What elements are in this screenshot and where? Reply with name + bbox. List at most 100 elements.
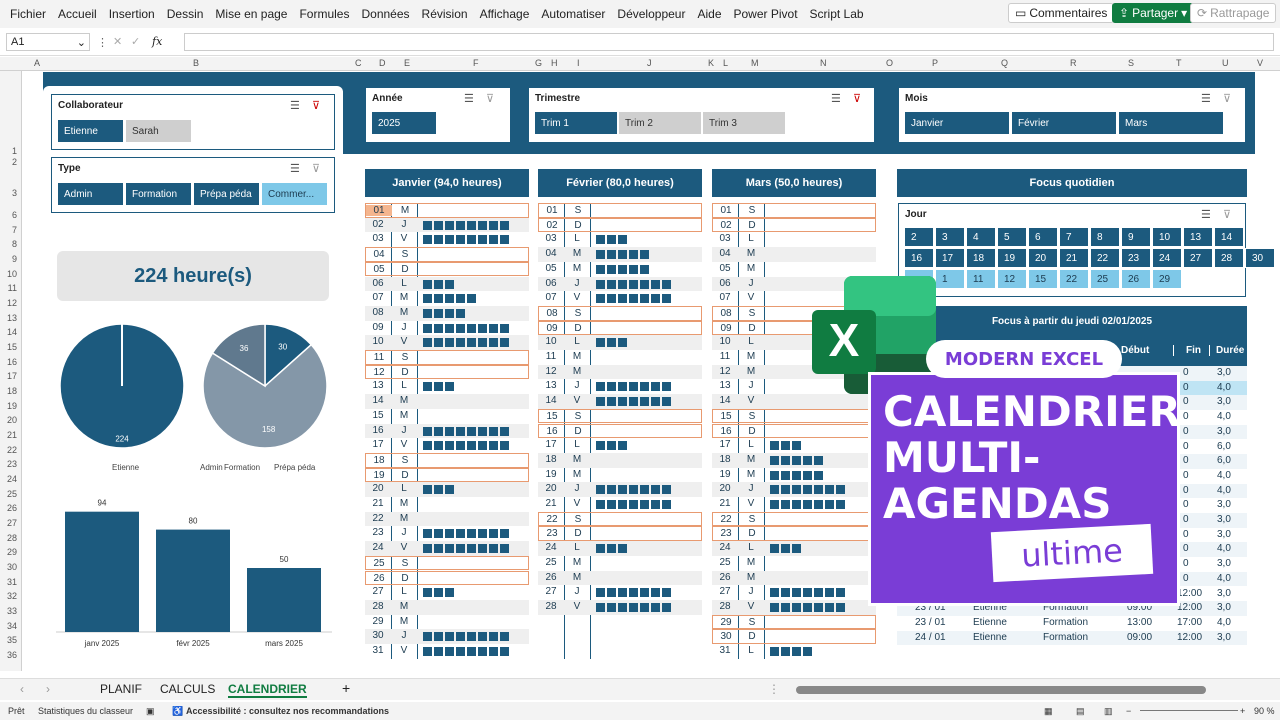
chip-jour[interactable]: 9: [1121, 227, 1151, 247]
chip-mars[interactable]: Mars: [1118, 111, 1224, 135]
page-break-icon[interactable]: ▥: [1104, 706, 1113, 717]
chip-jour[interactable]: 26: [1121, 269, 1151, 289]
column-header[interactable]: H: [551, 58, 558, 68]
more-icon[interactable]: ⋮: [768, 682, 780, 696]
menu-0[interactable]: Fichier: [4, 7, 52, 21]
prev-sheet-icon[interactable]: ‹: [20, 682, 24, 696]
row-header[interactable]: 33: [7, 606, 17, 616]
column-header[interactable]: J: [647, 58, 652, 68]
row-header[interactable]: 29: [7, 547, 17, 557]
cancel-icon[interactable]: ✕: [113, 35, 122, 48]
row-header[interactable]: 16: [7, 357, 17, 367]
row-header[interactable]: 15: [7, 342, 17, 352]
chip-jour[interactable]: 15: [1028, 269, 1058, 289]
chip-jour[interactable]: 5: [997, 227, 1027, 247]
chip-jour[interactable]: 22: [1059, 269, 1089, 289]
menu-5[interactable]: Formules: [293, 7, 355, 21]
chip-jour[interactable]: 30: [1245, 248, 1275, 268]
zoom-out-icon[interactable]: −: [1126, 706, 1131, 716]
multi-select-icon[interactable]: ☰: [290, 162, 300, 175]
row-header[interactable]: 31: [7, 577, 17, 587]
zoom-in-icon[interactable]: +: [1240, 706, 1245, 716]
chip-sarah[interactable]: Sarah: [125, 119, 192, 143]
row-header[interactable]: 1: [12, 146, 17, 156]
column-header[interactable]: L: [723, 58, 728, 68]
column-header[interactable]: K: [708, 58, 714, 68]
chip-jour[interactable]: 17: [935, 248, 965, 268]
chip-jour[interactable]: 25: [1090, 269, 1120, 289]
chip-prepa[interactable]: Prépa péda: [193, 182, 260, 206]
row-header[interactable]: 8: [12, 239, 17, 249]
tab-calendrier[interactable]: CALENDRIER: [228, 682, 307, 698]
row-header[interactable]: 9: [12, 254, 17, 264]
menu-2[interactable]: Insertion: [103, 7, 161, 21]
menu-12[interactable]: Power Pivot: [728, 7, 804, 21]
tab-planif[interactable]: PLANIF: [100, 682, 142, 696]
row-header[interactable]: 24: [7, 474, 17, 484]
menu-1[interactable]: Accueil: [52, 7, 103, 21]
menu-13[interactable]: Script Lab: [804, 7, 870, 21]
formula-input[interactable]: [184, 33, 1274, 51]
clear-filter-icon[interactable]: ⊽: [486, 92, 494, 105]
column-header[interactable]: V: [1257, 58, 1263, 68]
chip-jour[interactable]: 28: [1214, 248, 1244, 268]
row-header[interactable]: 22: [7, 445, 17, 455]
chip-jour[interactable]: 20: [1028, 248, 1058, 268]
row-header[interactable]: 18: [7, 386, 17, 396]
row-header[interactable]: 23: [7, 459, 17, 469]
menu-7[interactable]: Révision: [416, 7, 474, 21]
more-icon[interactable]: ⋮: [97, 36, 108, 49]
row-header[interactable]: 26: [7, 503, 17, 513]
menu-4[interactable]: Mise en page: [209, 7, 293, 21]
menu-8[interactable]: Affichage: [474, 7, 536, 21]
chip-jour[interactable]: 13: [1183, 227, 1213, 247]
accessibility-icon[interactable]: ♿: [172, 706, 183, 717]
row-header[interactable]: 32: [7, 591, 17, 601]
row-header[interactable]: 17: [7, 371, 17, 381]
chip-jour[interactable]: 18: [966, 248, 996, 268]
chip-jour[interactable]: 14: [1214, 227, 1244, 247]
normal-view-icon[interactable]: ▦: [1044, 706, 1053, 717]
row-header[interactable]: 13: [7, 313, 17, 323]
chip-jour[interactable]: 16: [904, 248, 934, 268]
column-header[interactable]: G: [535, 58, 542, 68]
chip-jour[interactable]: 12: [997, 269, 1027, 289]
chip-jour[interactable]: 21: [1059, 248, 1089, 268]
clear-filter-icon[interactable]: ⊽: [312, 162, 320, 175]
row-header[interactable]: 19: [7, 401, 17, 411]
row-header[interactable]: 14: [7, 327, 17, 337]
menu-6[interactable]: Données: [355, 7, 415, 21]
column-header[interactable]: N: [820, 58, 827, 68]
clear-filter-icon[interactable]: ⊽: [312, 99, 320, 112]
chip-trim1[interactable]: Trim 1: [534, 111, 618, 135]
chip-jour[interactable]: 24: [1152, 248, 1182, 268]
row-header[interactable]: 7: [12, 225, 17, 235]
row-header[interactable]: 21: [7, 430, 17, 440]
chip-etienne[interactable]: Etienne: [57, 119, 124, 143]
chip-jour[interactable]: 2: [904, 227, 934, 247]
catchup-button[interactable]: ⟳ Rattrapage: [1190, 3, 1277, 23]
multi-select-icon[interactable]: ☰: [831, 92, 841, 105]
row-header[interactable]: 27: [7, 518, 17, 528]
confirm-icon[interactable]: ✓: [131, 35, 140, 48]
macro-icon[interactable]: ▣: [146, 706, 155, 717]
menu-11[interactable]: Aide: [691, 7, 727, 21]
column-header[interactable]: U: [1222, 58, 1229, 68]
clear-filter-icon[interactable]: ⊽: [853, 92, 861, 105]
multi-select-icon[interactable]: ☰: [290, 99, 300, 112]
column-header[interactable]: P: [932, 58, 938, 68]
menu-10[interactable]: Développeur: [611, 7, 691, 21]
column-header[interactable]: C: [355, 58, 362, 68]
row-header[interactable]: 28: [7, 533, 17, 543]
name-box[interactable]: A1 ⌄: [6, 33, 90, 51]
chip-jour[interactable]: 6: [1028, 227, 1058, 247]
column-header[interactable]: O: [886, 58, 893, 68]
chip-fevrier[interactable]: Février: [1011, 111, 1117, 135]
chip-jour[interactable]: 8: [1090, 227, 1120, 247]
column-header[interactable]: D: [379, 58, 386, 68]
multi-select-icon[interactable]: ☰: [1201, 92, 1211, 105]
chip-2025[interactable]: 2025: [371, 111, 437, 135]
column-header[interactable]: B: [193, 58, 199, 68]
chip-jour[interactable]: 22: [1090, 248, 1120, 268]
chip-jour[interactable]: 10: [1152, 227, 1182, 247]
